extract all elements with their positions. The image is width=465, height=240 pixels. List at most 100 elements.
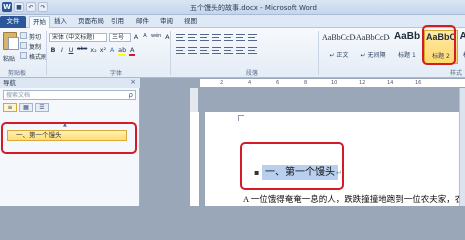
- nav-search-input[interactable]: 搜索文档 ρ: [3, 90, 136, 100]
- style-sample: AaBb: [393, 31, 421, 42]
- bold-button[interactable]: B: [50, 46, 56, 56]
- ruler-number: 10: [331, 80, 338, 86]
- style-sample: AaBbCcDd: [322, 33, 356, 42]
- quick-access-toolbar: W ■ ↶ ↷: [2, 2, 48, 12]
- style-title[interactable]: Aa 标: [458, 30, 465, 64]
- title-bar: W ■ ↶ ↷ 五个馒头的故事.docx - Microsoft Word: [0, 0, 465, 15]
- line-spacing-icon[interactable]: [236, 47, 245, 54]
- font-color-icon[interactable]: A: [129, 46, 136, 56]
- ribbon-tabs: 文件 开始 插入 页面布局 引用 邮件 审阅 视图: [0, 15, 465, 28]
- group-divider: [46, 31, 47, 75]
- search-icon[interactable]: ρ: [129, 91, 133, 100]
- ruler-number: 6: [276, 80, 280, 86]
- ruler-number: 2: [220, 80, 224, 86]
- multilevel-list-icon[interactable]: [200, 34, 209, 41]
- tab-mailings[interactable]: 邮件: [136, 16, 149, 28]
- font-top-tools: A A wén A: [133, 33, 170, 41]
- style-name: ↵ 无间隔: [360, 52, 386, 59]
- format-painter-icon: [20, 52, 27, 59]
- strikethrough-button[interactable]: abe: [77, 46, 87, 56]
- format-painter-button[interactable]: 格式刷: [29, 52, 47, 61]
- nav-view-tabs: ≡ ▦ ☰: [3, 103, 49, 112]
- paste-icon[interactable]: [3, 32, 19, 50]
- shrink-font-button[interactable]: A: [142, 33, 148, 41]
- vertical-scrollbar[interactable]: [459, 88, 465, 206]
- margin-corner-mark: [238, 115, 244, 121]
- style-name: 标题 1: [398, 52, 416, 59]
- doc-heading-highlight-box: [240, 142, 344, 190]
- font-format-tools: B I U abe x₂ x² A ab A: [50, 46, 136, 56]
- ruler-number: 16: [415, 80, 422, 86]
- align-right-icon[interactable]: [200, 47, 209, 54]
- justify-icon[interactable]: [212, 47, 221, 54]
- align-left-icon[interactable]: [176, 47, 185, 54]
- numbering-icon[interactable]: [188, 34, 197, 41]
- undo-icon[interactable]: ↶: [26, 2, 36, 12]
- tab-file[interactable]: 文件: [0, 16, 26, 28]
- close-icon[interactable]: ×: [130, 78, 136, 86]
- paragraph-align-tools: [176, 47, 257, 54]
- phonetic-guide-button[interactable]: wén: [151, 33, 161, 41]
- clipboard-group-label: 剪贴板: [8, 70, 27, 77]
- nav-pane-title: 导航: [0, 78, 140, 88]
- tab-review[interactable]: 审阅: [160, 16, 173, 28]
- word-app-icon[interactable]: W: [2, 2, 12, 12]
- font-size-select[interactable]: 三号: [109, 33, 131, 42]
- bullets-icon[interactable]: [176, 34, 185, 41]
- ruler-number: 12: [359, 80, 366, 86]
- show-marks-icon[interactable]: [248, 34, 257, 41]
- style-sample: AaBbCcDd: [356, 33, 390, 42]
- vertical-ruler[interactable]: [190, 88, 199, 206]
- highlight-color-icon[interactable]: ab: [118, 46, 127, 56]
- text-effects-icon[interactable]: A: [109, 46, 115, 56]
- grow-font-button[interactable]: A: [133, 33, 139, 41]
- tab-references[interactable]: 引用: [111, 16, 124, 28]
- tab-browse-results[interactable]: ☰: [35, 103, 49, 112]
- paragraph-list-tools: [176, 34, 257, 41]
- redo-icon[interactable]: ↷: [38, 2, 48, 12]
- ruler-number: 14: [387, 80, 394, 86]
- underline-button[interactable]: U: [68, 46, 74, 56]
- group-divider: [318, 31, 319, 75]
- heading-2-highlight-box: [422, 25, 456, 65]
- subscript-button[interactable]: x₂: [90, 46, 96, 56]
- decrease-indent-icon[interactable]: [212, 34, 221, 41]
- tab-view[interactable]: 视图: [184, 16, 197, 28]
- style-heading-1[interactable]: AaBb 标题 1: [390, 30, 424, 64]
- paragraph-group-label: 段落: [246, 70, 259, 77]
- tab-insert[interactable]: 插入: [54, 16, 67, 28]
- italic-button[interactable]: I: [59, 46, 65, 56]
- style-normal[interactable]: AaBbCcDd ↵ 正文: [322, 30, 356, 64]
- font-group-label: 字体: [110, 70, 123, 77]
- style-name: ↵ 正文: [329, 52, 349, 59]
- ruler-number: 8: [304, 80, 308, 86]
- document-body-line[interactable]: A 一位饿得奄奄一息的人，跌跌撞撞地跑到一位农夫家，农夫给: [243, 193, 465, 205]
- sort-icon[interactable]: [236, 34, 245, 41]
- increase-indent-icon[interactable]: [224, 34, 233, 41]
- tab-home[interactable]: 开始: [29, 16, 50, 28]
- paste-button[interactable]: 粘贴: [3, 54, 15, 63]
- nav-search-placeholder: 搜索文档: [6, 92, 31, 99]
- copy-icon: [20, 42, 27, 49]
- nav-heading-highlight-box: [1, 122, 137, 154]
- align-center-icon[interactable]: [188, 47, 197, 54]
- window-title: 五个馒头的故事.docx - Microsoft Word: [190, 4, 317, 12]
- shading-icon[interactable]: [248, 47, 257, 54]
- cut-icon: [20, 32, 27, 39]
- style-name: 标: [458, 50, 465, 59]
- distributed-icon[interactable]: [224, 47, 233, 54]
- horizontal-ruler[interactable]: 2 4 6 8 10 12 14 16: [200, 79, 465, 88]
- tab-browse-headings[interactable]: ≡: [3, 103, 17, 112]
- font-name-select[interactable]: 宋体 (中文标题): [49, 33, 107, 42]
- group-divider: [170, 31, 171, 75]
- styles-group-label: 样式: [450, 70, 463, 77]
- tab-page-layout[interactable]: 页面布局: [78, 16, 104, 28]
- copy-button[interactable]: 复制: [29, 42, 41, 51]
- superscript-button[interactable]: x²: [100, 46, 106, 56]
- ruler-number: 4: [248, 80, 252, 86]
- cut-button[interactable]: 剪切: [29, 32, 41, 41]
- save-icon[interactable]: ■: [14, 2, 24, 12]
- tab-browse-pages[interactable]: ▦: [19, 103, 33, 112]
- style-sample: Aa: [459, 31, 465, 42]
- style-no-spacing[interactable]: AaBbCcDd ↵ 无间隔: [356, 30, 390, 64]
